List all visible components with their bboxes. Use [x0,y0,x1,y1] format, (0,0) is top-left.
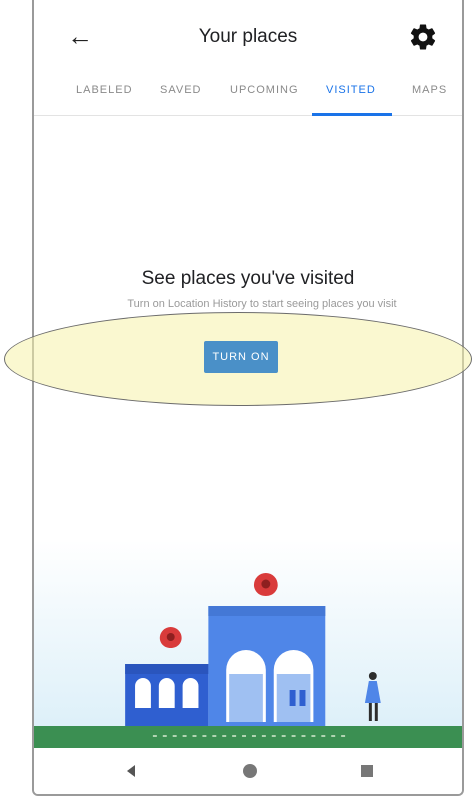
tab-visited[interactable]: VISITED [326,84,376,96]
turn-on-button[interactable]: TURN ON [204,341,278,373]
screen: ← Your places LABELED SAVED UPCOMING VIS… [0,0,476,796]
empty-state-title: See places you've visited [141,268,355,289]
nav-home-icon[interactable] [239,760,261,782]
nav-back-icon[interactable] [120,760,142,782]
active-tab-indicator [312,113,392,116]
tab-upcoming[interactable]: UPCOMING [230,84,299,96]
tab-bar: LABELED SAVED UPCOMING VISITED MAPS [34,72,462,116]
tab-saved[interactable]: SAVED [160,84,201,96]
gear-icon[interactable] [408,22,438,52]
system-nav-bar [34,748,462,794]
tab-labeled[interactable]: LABELED [76,84,133,96]
nav-recents-icon[interactable] [356,760,378,782]
places-illustration [34,540,462,750]
app-bar: ← Your places [34,0,462,72]
tab-maps[interactable]: MAPS [412,84,447,96]
page-title: Your places [198,26,298,47]
empty-state-description: Turn on Location History to start seeing… [127,298,397,310]
